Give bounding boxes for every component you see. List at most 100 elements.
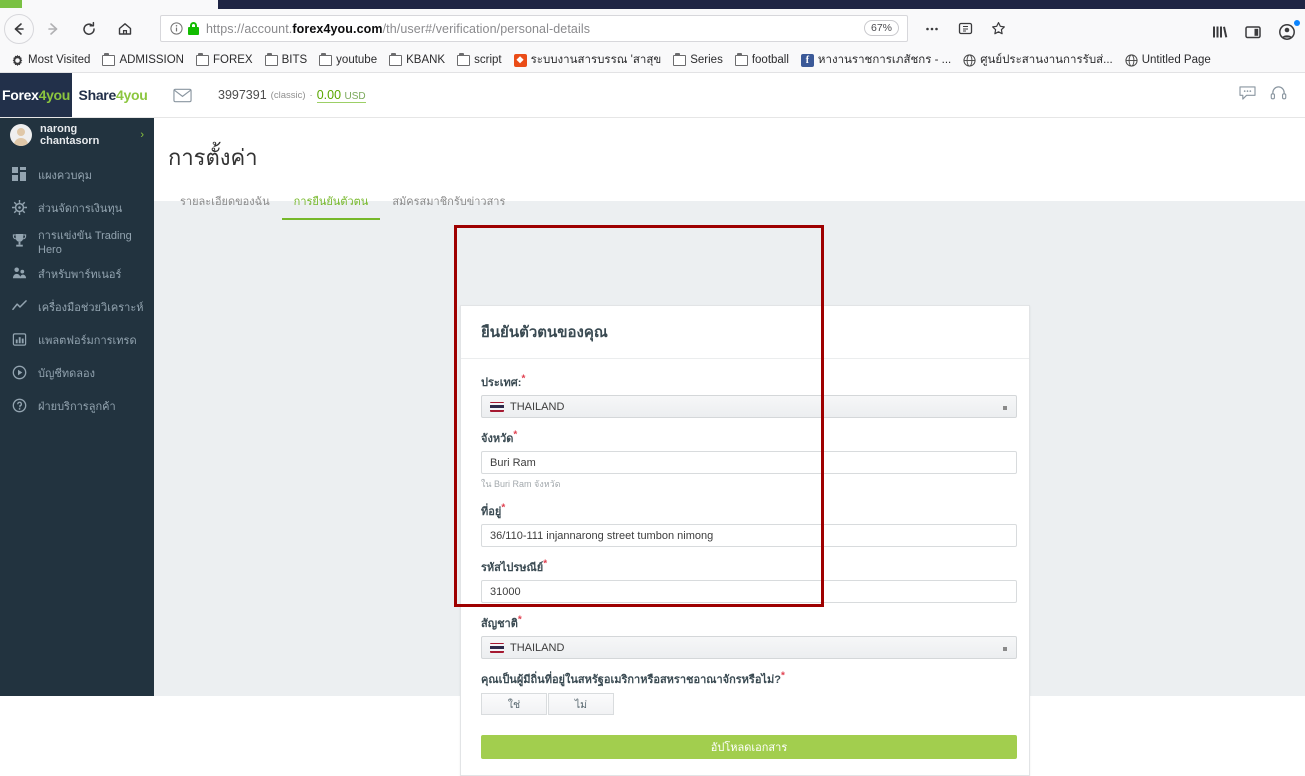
field-nationality: สัญชาติ* THAILAND — [481, 614, 1017, 659]
chevron-down-icon — [1003, 647, 1007, 651]
bookmark-item[interactable]: f หางานราชการเภสัชกร - ... — [796, 49, 956, 71]
bookmark-star-icon[interactable] — [984, 15, 1012, 43]
sidebar-user-name: narong chantasorn — [40, 123, 100, 147]
home-icon[interactable] — [108, 12, 142, 46]
tab-my-details[interactable]: รายละเอียดของฉัน — [168, 187, 282, 220]
sidebar-item-platform[interactable]: แพลตฟอร์มการเทรด — [0, 323, 154, 356]
sidebar-profile[interactable]: narong chantasorn › — [0, 118, 154, 154]
yes-no-toggle: ใช่ ไม่ — [481, 693, 1009, 715]
dashboard-icon — [10, 166, 28, 184]
yes-button[interactable]: ใช่ — [481, 693, 547, 715]
bookmark-item[interactable]: ศูนย์ประสานงานการรับส่... — [958, 49, 1118, 71]
reader-icon[interactable] — [951, 15, 979, 43]
field-country-label: ประเทศ:* — [481, 373, 1009, 391]
country-select-value: THAILAND — [510, 400, 565, 413]
address-bar[interactable]: https://account.forex4you.com/th/user#/v… — [160, 15, 908, 42]
sidebar-item-dashboard[interactable]: แผงควบคุม — [0, 158, 154, 191]
share4you-logo[interactable]: Share 4 you — [72, 73, 154, 117]
verification-card: ยืนยันตัวตนของคุณ ประเทศ:* THAILAND จังห… — [460, 305, 1030, 776]
bookmark-label: youtube — [336, 54, 378, 66]
library-icon[interactable] — [1205, 18, 1233, 46]
partners-icon — [10, 265, 28, 283]
envelope-icon[interactable] — [154, 73, 210, 117]
sidebar-item-support[interactable]: ฝ่ายบริการลูกค้า — [0, 389, 154, 422]
sidebar-item-trading-hero[interactable]: การแข่งขัน Trading Hero — [0, 224, 154, 257]
sidebar-item-funds[interactable]: ส่วนจัดการเงินทุน — [0, 191, 154, 224]
bookmark-item[interactable]: Most Visited — [6, 52, 95, 69]
account-summary: 3997391 (classic) · 0.00 USD — [218, 73, 366, 117]
bookmark-item[interactable]: youtube — [314, 52, 382, 68]
bookmark-label: Untitled Page — [1141, 54, 1211, 66]
more-menu-icon[interactable] — [918, 15, 946, 43]
bookmark-label: KBANK — [406, 54, 446, 66]
lock-icon — [188, 22, 199, 35]
bookmark-item[interactable]: ADMISSION — [97, 52, 189, 68]
folder-icon — [102, 52, 116, 66]
bookmark-label: Most Visited — [28, 54, 91, 66]
platform-icon — [10, 331, 28, 349]
postcode-input[interactable]: 31000 — [481, 580, 1017, 603]
bookmark-label: ADMISSION — [119, 54, 184, 66]
sidebar-item-label: เครื่องมือช่วยวิเคราะห์ — [38, 301, 144, 314]
bookmark-item[interactable]: BITS — [260, 52, 313, 68]
upload-documents-button[interactable]: อัปโหลดเอกสาร — [481, 735, 1017, 759]
sidebar-item-label: แผงควบคุม — [38, 169, 93, 182]
bookmark-label: FOREX — [212, 54, 253, 66]
logo-text-b: 4 — [38, 87, 47, 103]
sidebar-item-label: ฝ่ายบริการลูกค้า — [38, 400, 116, 413]
sidebar-item-demo-account[interactable]: บัญชีทดลอง — [0, 356, 154, 389]
bookmark-item[interactable]: ❖ ระบบงานสารบรรณ 'สาสุข — [509, 49, 667, 71]
required-mark: * — [521, 373, 526, 385]
bookmark-item[interactable]: KBANK — [384, 52, 450, 68]
field-nationality-label: สัญชาติ* — [481, 614, 1009, 632]
toolbar-far-right — [1205, 18, 1301, 46]
bookmark-item[interactable]: football — [730, 52, 794, 68]
no-button[interactable]: ไม่ — [548, 693, 614, 715]
bookmark-item[interactable]: script — [452, 52, 506, 68]
reload-icon[interactable] — [72, 12, 106, 46]
province-input[interactable]: Buri Ram — [481, 451, 1017, 474]
headset-icon[interactable] — [1270, 85, 1287, 106]
page-title: การตั้งค่า — [168, 145, 258, 170]
forward-arrow-icon[interactable] — [36, 12, 70, 46]
folder-icon — [673, 52, 687, 66]
nationality-select[interactable]: THAILAND — [481, 636, 1017, 659]
field-postcode-label: รหัสไปรษณีย์* — [481, 558, 1009, 576]
bookmark-label: Series — [690, 54, 723, 66]
bookmark-item[interactable]: Series — [668, 52, 728, 68]
forex4you-logo[interactable]: Forex 4 you — [0, 73, 72, 117]
orange-favicon-icon: ❖ — [513, 53, 527, 67]
balance-amount: 0.00 — [316, 87, 342, 102]
account-badge-dot — [1294, 20, 1300, 26]
sidebar-item-label: แพลตฟอร์มการเทรด — [38, 334, 137, 347]
field-address-label-text: ที่อยู่ — [481, 506, 502, 518]
required-mark: * — [501, 502, 506, 514]
globe-icon — [963, 53, 976, 67]
sidebar-item-partners[interactable]: สำหรับพาร์ทเนอร์ — [0, 257, 154, 290]
bookmarks-bar: Most Visited ADMISSION FOREX BITS youtub… — [0, 48, 1305, 73]
logo2-text-c: you — [123, 87, 148, 103]
account-balance[interactable]: 0.00 USD — [316, 87, 366, 103]
tab-verification[interactable]: การยืนยันตัวตน — [281, 187, 381, 220]
back-arrow-icon[interactable] — [4, 13, 34, 44]
address-input[interactable]: 36/110-111 injannarong street tumbon nim… — [481, 524, 1017, 547]
sidebar-icon[interactable] — [1239, 18, 1267, 46]
field-address-label: ที่อยู่* — [481, 502, 1009, 520]
account-icon[interactable] — [1273, 18, 1301, 46]
required-mark: * — [543, 558, 548, 570]
browser-toolbar: https://account.forex4you.com/th/user#/v… — [0, 9, 1305, 48]
bookmark-item[interactable]: FOREX — [191, 52, 258, 68]
chat-icon[interactable] — [1239, 85, 1256, 105]
folder-icon — [734, 52, 748, 66]
info-icon[interactable] — [167, 20, 185, 38]
field-country: ประเทศ:* THAILAND — [481, 373, 1017, 418]
country-select[interactable]: THAILAND — [481, 395, 1017, 418]
bookmark-item[interactable]: Untitled Page — [1120, 52, 1216, 69]
folder-icon — [457, 52, 471, 66]
tab-newsletter[interactable]: สมัครสมาชิกรับข่าวสาร — [380, 187, 517, 220]
card-body: ประเทศ:* THAILAND จังหวัด* Buri Ram ใน B… — [461, 359, 1029, 735]
card-title: ยืนยันตัวตนของคุณ — [481, 324, 608, 341]
field-us-uk-resident-label-text: คุณเป็นผู้มีถิ่นที่อยู่ในสหรัฐอเมริกาหรื… — [481, 674, 781, 686]
zoom-level-badge[interactable]: 67% — [863, 20, 899, 36]
sidebar-item-analytics[interactable]: เครื่องมือช่วยวิเคราะห์ — [0, 290, 154, 323]
